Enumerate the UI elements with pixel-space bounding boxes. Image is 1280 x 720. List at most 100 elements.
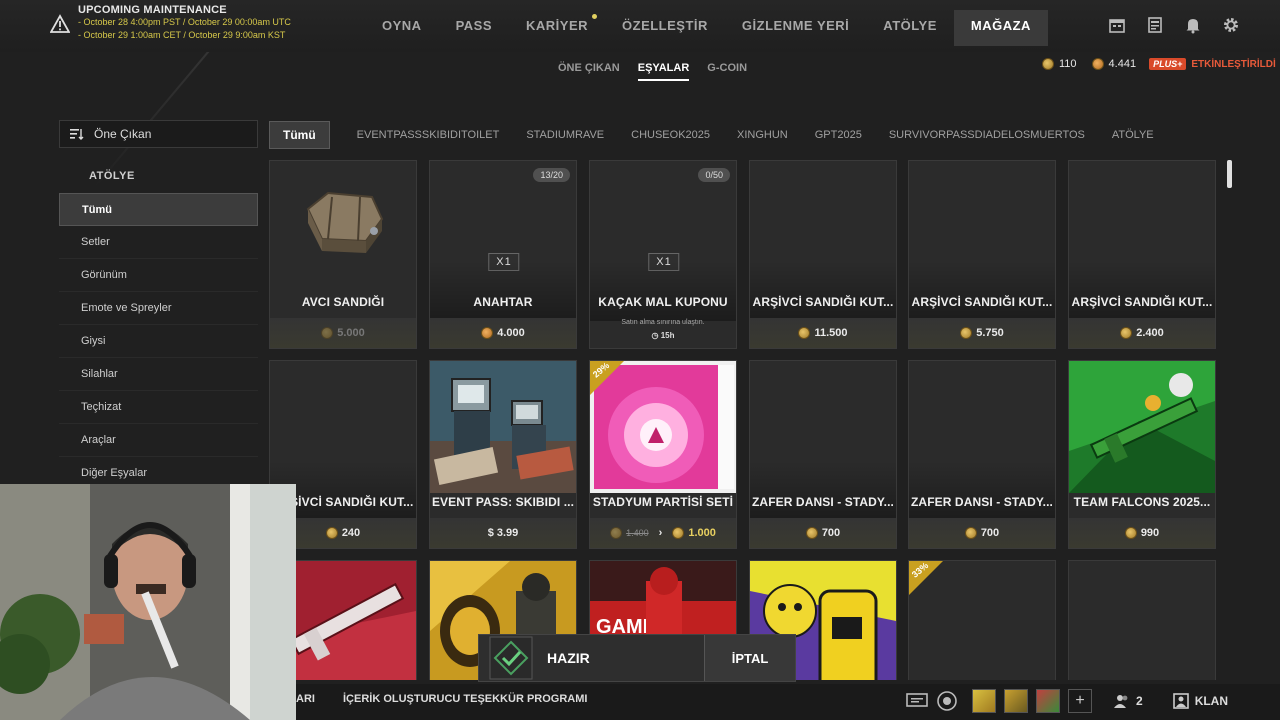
purchase-limit-note: Satın alma sınırına ulaştın. xyxy=(621,319,705,326)
filter-gpt2025[interactable]: GPT2025 xyxy=(815,129,862,141)
card-shade xyxy=(750,261,896,321)
party-count[interactable]: 2 xyxy=(1114,694,1143,708)
filter-survivorpass[interactable]: SURVIVORPASSDIADELOSMUERTOS xyxy=(889,129,1085,141)
news-icon[interactable] xyxy=(1146,16,1164,34)
store-card[interactable]: ARŞİVCİ SANDIĞI KUT... 5.750 xyxy=(908,160,1056,349)
store-card[interactable]: EVENT PASS: SKIBIDI ... $ 3.99 xyxy=(429,360,577,549)
grid-scrollbar[interactable] xyxy=(1227,160,1232,188)
sidebar-item-emote[interactable]: Emote ve Spreyler xyxy=(59,292,258,325)
sidebar-item-techizat[interactable]: Teçhizat xyxy=(59,391,258,424)
clan-icon xyxy=(1172,693,1189,709)
bp-balance: 4.441 xyxy=(1108,58,1137,70)
crate-image xyxy=(306,191,384,253)
g-coin-icon xyxy=(610,527,623,539)
bottom-left-fragment[interactable]: ARI xyxy=(296,693,315,705)
card-name: ZAFER DANSI - STADY... xyxy=(911,495,1053,509)
sort-dropdown[interactable]: Öne Çıkan xyxy=(59,120,258,148)
sidebar-item-araclar[interactable]: Araçlar xyxy=(59,424,258,457)
card-price: 5.750 xyxy=(909,318,1055,348)
nav-kariyer[interactable]: KARİYER xyxy=(509,10,605,46)
collection-filters: Tümü EVENTPASSSKIBIDITOILET STADIUMRAVE … xyxy=(269,120,1181,149)
sidebar-item-silahlar[interactable]: Silahlar xyxy=(59,358,258,391)
wallet: 110 4.441 PLUS+ ETKİNLEŞTİRİLDİ xyxy=(1042,58,1276,70)
store-card[interactable]: 0/50 X1 KAÇAK MAL KUPONU Satın alma sını… xyxy=(589,160,737,349)
sidebar-item-giysi[interactable]: Giysi xyxy=(59,325,258,358)
gear-icon[interactable] xyxy=(1222,16,1240,34)
card-price: 700 xyxy=(750,518,896,548)
g-coin-icon xyxy=(960,327,973,339)
clan-button[interactable]: KLAN xyxy=(1172,693,1228,709)
event-pass-image xyxy=(430,361,576,493)
g-coin-icon xyxy=(672,527,685,539)
store-card[interactable]: 29% STADYUM PARTİSİ SETİ 1.400 › 1.000 xyxy=(589,360,737,549)
card-shade xyxy=(909,461,1055,521)
card-price-value: 2.400 xyxy=(1136,327,1164,339)
bp-coin-icon xyxy=(321,327,334,339)
filter-eventpass[interactable]: EVENTPASSSKIBIDITOILET xyxy=(357,129,500,141)
card-name: KAÇAK MAL KUPONU xyxy=(598,295,728,309)
party-slot-2[interactable] xyxy=(1004,689,1028,713)
store-card[interactable]: TEAM FALCONS 2025... 990 xyxy=(1068,360,1216,549)
add-party-button[interactable]: + xyxy=(1068,689,1092,713)
sidebar-item-setler[interactable]: Setler xyxy=(59,226,258,259)
store-card[interactable]: 13/20 X1 ANAHTAR 4.000 xyxy=(429,160,577,349)
card-price-value: 700 xyxy=(980,527,1000,539)
card-price: $ 3.99 xyxy=(430,518,576,548)
bell-icon[interactable] xyxy=(1184,16,1202,34)
maintenance-line-1: - October 28 4:00pm PST / October 29 00:… xyxy=(78,17,291,27)
creator-program-link[interactable]: İÇERİK OLUŞTURUCU TEŞEKKÜR PROGRAMI xyxy=(343,693,587,705)
party-slot-3[interactable] xyxy=(1036,689,1060,713)
g-coin-balance: 110 xyxy=(1059,58,1077,70)
nav-magaza[interactable]: MAĞAZA xyxy=(953,10,1048,46)
chat-icon[interactable] xyxy=(906,692,928,710)
subtab-one-cikan[interactable]: ÖNE ÇIKAN xyxy=(558,62,620,81)
warning-icon xyxy=(50,14,70,33)
nav-oyna[interactable]: OYNA xyxy=(365,10,439,46)
notification-dot xyxy=(592,14,598,19)
voice-icon[interactable] xyxy=(936,690,958,712)
maintenance-notice: UPCOMING MAINTENANCE - October 28 4:00pm… xyxy=(50,4,291,42)
nav-atolye[interactable]: ATÖLYE xyxy=(866,10,954,46)
store-card[interactable]: ZAFER DANSI - STADY... 700 xyxy=(908,360,1056,549)
card-name: AVCI SANDIĞI xyxy=(301,295,385,309)
card-price: 1.400 › 1.000 xyxy=(590,518,736,548)
cancel-button[interactable]: İPTAL xyxy=(704,635,795,681)
store-card[interactable]: ARŞİVCİ SANDIĞI KUT... 11.500 xyxy=(749,160,897,349)
card-shade xyxy=(590,261,736,321)
calendar-icon[interactable] xyxy=(1108,16,1126,34)
card-price-value: 5.000 xyxy=(337,327,365,339)
store-card[interactable] xyxy=(1068,560,1216,680)
plus-status[interactable]: ETKİNLEŞTİRİLDİ xyxy=(1191,59,1275,70)
card-name: STADYUM PARTİSİ SETİ xyxy=(592,495,734,509)
card-name: TEAM FALCONS 2025... xyxy=(1073,495,1211,509)
store-card[interactable]: ARŞİVCİ SANDIĞI KUT... 2.400 xyxy=(1068,160,1216,349)
maintenance-title: UPCOMING MAINTENANCE xyxy=(78,4,227,16)
filter-atolye[interactable]: ATÖLYE xyxy=(1112,129,1154,141)
subtab-g-coin[interactable]: G-COIN xyxy=(707,62,747,81)
sidebar-item-tumu[interactable]: Tümü xyxy=(59,193,258,226)
old-price: 1.400 xyxy=(626,528,649,538)
ready-label: HAZIR xyxy=(547,650,590,666)
party-slot-1[interactable] xyxy=(972,689,996,713)
filter-tumu[interactable]: Tümü xyxy=(269,120,330,149)
team-falcons-image xyxy=(1069,361,1215,493)
card-price-value: 5.750 xyxy=(976,327,1004,339)
sidebar-item-gorunum[interactable]: Görünüm xyxy=(59,259,258,292)
filter-stadiumrave[interactable]: STADIUMRAVE xyxy=(526,129,604,141)
card-price: 5.000 xyxy=(270,318,416,348)
store-card[interactable]: ZAFER DANSI - STADY... 700 xyxy=(749,360,897,549)
filter-xinghun[interactable]: XINGHUN xyxy=(737,129,788,141)
filter-chuseok[interactable]: CHUSEOK2025 xyxy=(631,129,710,141)
nav-pass[interactable]: PASS xyxy=(439,10,509,46)
nav-ozellestir[interactable]: ÖZELLEŞTİR xyxy=(605,10,725,46)
g-coin-icon xyxy=(1120,327,1133,339)
store-card[interactable]: AVCI SANDIĞI 5.000 xyxy=(269,160,417,349)
card-price-value: 700 xyxy=(821,527,841,539)
nav-gizlenme-yeri[interactable]: GİZLENME YERİ xyxy=(725,10,866,46)
g-coin-icon xyxy=(964,527,977,539)
subtab-esyalar[interactable]: EŞYALAR xyxy=(637,62,690,81)
card-name: EVENT PASS: SKIBIDI ... xyxy=(431,495,575,509)
card-price-value: $ 3.99 xyxy=(487,527,519,539)
g-coin-icon xyxy=(798,327,811,339)
store-card[interactable]: 33% xyxy=(908,560,1056,680)
